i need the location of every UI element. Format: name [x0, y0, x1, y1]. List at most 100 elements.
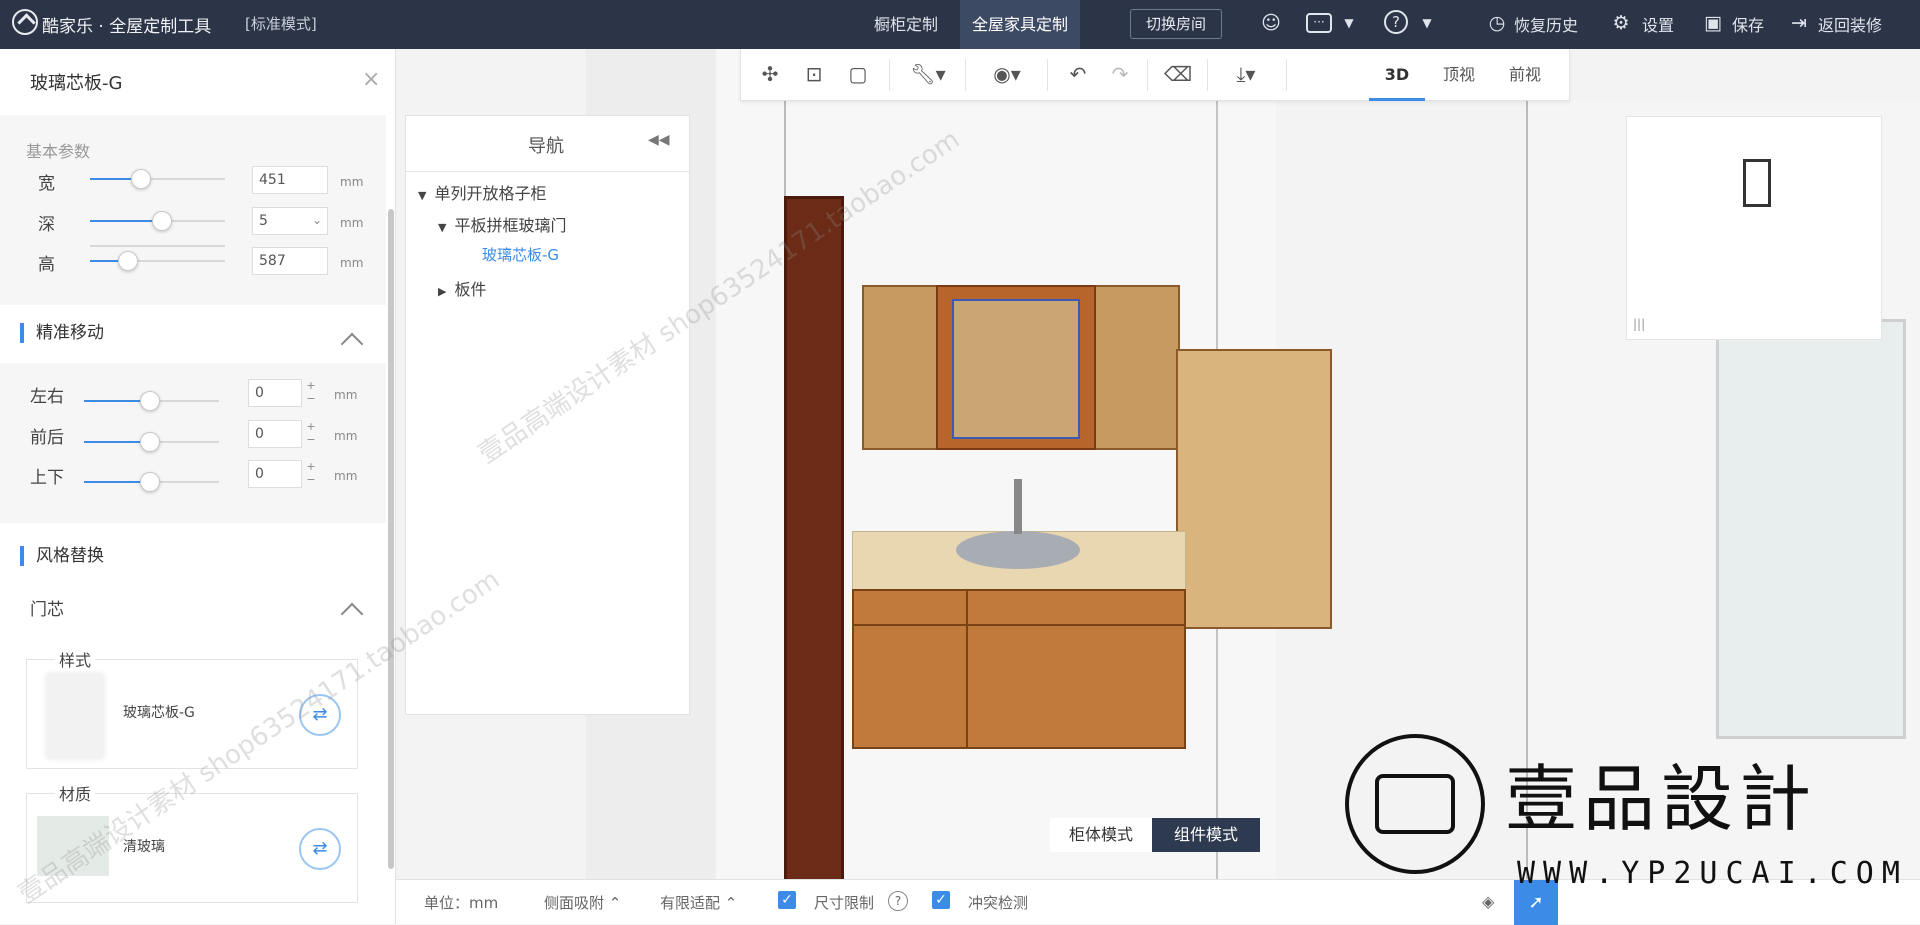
divider — [1147, 59, 1148, 91]
material-name: 清玻璃 — [123, 839, 165, 855]
collapse-icon[interactable] — [340, 602, 364, 626]
tab-top-view[interactable]: 顶视 — [1427, 49, 1491, 101]
tab-3d[interactable]: 3D — [1369, 49, 1425, 101]
caret-right-icon: ▶ — [438, 285, 447, 298]
tree-item-boards[interactable]: ▶ 板件 — [438, 276, 486, 300]
message-icon[interactable]: ··· — [1306, 13, 1332, 33]
undo-icon[interactable]: ↶ — [1061, 59, 1095, 89]
left-right-input[interactable]: 0 — [248, 379, 302, 407]
chevron-down-icon[interactable]: ▼ — [1336, 10, 1362, 36]
panel-title: 玻璃芯板-G — [30, 73, 123, 94]
eraser-icon[interactable]: ⌫ — [1161, 59, 1195, 89]
size-limit-checkbox[interactable]: ✓ — [778, 891, 796, 909]
tab-whole-house[interactable]: 全屋家具定制 — [960, 0, 1080, 49]
app-logo-icon — [12, 9, 38, 35]
tree-label: 单列开放格子柜 — [434, 184, 547, 203]
width-slider[interactable] — [90, 245, 225, 247]
style-tag: 样式 — [55, 647, 96, 671]
collapse-left-icon[interactable]: ◀◀ — [648, 132, 670, 148]
help-icon[interactable]: ? — [888, 891, 908, 911]
collapse-icon[interactable] — [340, 332, 364, 356]
width-input[interactable]: 451 — [252, 166, 328, 194]
basic-params-label: 基本参数 — [26, 142, 91, 161]
height-label: 高 — [38, 255, 55, 275]
style-name: 玻璃芯板-G — [123, 705, 195, 721]
left-right-slider[interactable] — [84, 391, 219, 411]
replace-material-icon[interactable]: ⇄ — [299, 828, 341, 870]
save-link[interactable]: 保存 — [1732, 12, 1764, 36]
style-card[interactable]: 玻璃芯板-G ⇄ — [26, 659, 358, 769]
cabinet-mode-button[interactable]: 柜体模式 — [1050, 818, 1152, 852]
vanity-cabinet[interactable] — [852, 589, 1186, 749]
up-down-slider[interactable] — [84, 472, 219, 492]
replace-style-icon[interactable]: ⇄ — [299, 694, 341, 736]
resize-icon[interactable]: ||| — [1633, 317, 1645, 331]
front-back-stepper[interactable]: + − — [304, 420, 318, 448]
wrench-icon[interactable]: 🔧︎▾ — [903, 59, 953, 89]
door-core-label: 门芯 — [30, 600, 64, 620]
eye-icon[interactable]: ◉▾ — [979, 59, 1035, 89]
side-cabinet[interactable] — [1176, 349, 1332, 629]
chevron-up-icon: ⌃ — [608, 894, 622, 912]
window — [1716, 319, 1906, 739]
tab-front-view[interactable]: 前视 — [1493, 49, 1557, 101]
material-tag: 材质 — [55, 781, 96, 805]
component-mode-button[interactable]: 组件模式 — [1152, 818, 1260, 852]
left-right-stepper[interactable]: + − — [304, 379, 318, 407]
sink-basin[interactable] — [956, 531, 1080, 569]
close-icon[interactable]: × — [362, 67, 380, 92]
fan-icon[interactable]: ✣ — [753, 59, 787, 89]
tree-item-glass-panel[interactable]: 玻璃芯板-G — [482, 244, 559, 265]
navigation-panel: 导航 ◀◀ ▼ 单列开放格子柜 ▼ 平板拼框玻璃门 玻璃芯板-G ▶ 板件 — [405, 115, 690, 715]
size-limit-label: 尺寸限制 — [814, 894, 875, 912]
height-slider[interactable] — [90, 251, 225, 271]
front-back-slider[interactable] — [84, 432, 219, 452]
redo-icon[interactable]: ↷ — [1103, 59, 1137, 89]
history-link[interactable]: 恢复历史 — [1514, 12, 1578, 36]
glass-panel-selected[interactable] — [952, 299, 1080, 439]
tree-label: 板件 — [454, 280, 487, 299]
tab-cabinet[interactable]: 橱柜定制 — [852, 0, 960, 49]
wooden-door[interactable] — [784, 196, 844, 879]
exit-icon[interactable]: ⇥ — [1786, 10, 1812, 36]
precise-move-heading: 精准移动 — [20, 323, 104, 343]
up-down-input[interactable]: 0 — [248, 460, 302, 488]
layout-icon[interactable]: ▢ — [841, 59, 875, 89]
tree-item-cabinet[interactable]: ▼ 单列开放格子柜 — [418, 180, 546, 204]
width-slider[interactable] — [90, 169, 225, 189]
up-down-stepper[interactable]: + − — [304, 460, 318, 488]
front-back-input[interactable]: 0 — [248, 420, 302, 448]
collision-checkbox[interactable]: ✓ — [932, 891, 950, 909]
height-input[interactable]: 587 — [252, 247, 328, 275]
fit-dropdown[interactable]: 有限适配 ⌃ — [660, 892, 737, 913]
left-right-label: 左右 — [30, 387, 64, 407]
switch-room-button[interactable]: 切换房间 — [1130, 9, 1222, 39]
divider — [889, 59, 890, 91]
user-icon[interactable]: ☺ — [1258, 10, 1284, 36]
chevron-down-icon[interactable]: ▼ — [1414, 10, 1440, 36]
back-link[interactable]: 返回装修 — [1818, 12, 1882, 36]
panel-scrollbar[interactable] — [388, 209, 394, 869]
vanity-divider — [966, 589, 968, 749]
tree-item-door[interactable]: ▼ 平板拼框玻璃门 — [438, 212, 566, 236]
front-back-unit: mm — [334, 429, 358, 443]
history-icon[interactable]: ◷ — [1484, 10, 1510, 36]
side-snap-dropdown[interactable]: 侧面吸附 ⌃ — [544, 892, 621, 913]
settings-icon[interactable]: ⚙ — [1608, 10, 1634, 36]
settings-link[interactable]: 设置 — [1642, 12, 1674, 36]
property-panel: 玻璃芯板-G × 基本参数 宽 451 mm 深 5 ⌄ mm 高 587 mm… — [0, 49, 396, 924]
divider — [1207, 59, 1208, 91]
frame-icon[interactable]: ⊡ — [797, 59, 831, 89]
nav-header: 导航 ◀◀ — [406, 116, 689, 172]
help-icon[interactable]: ? — [1384, 10, 1408, 34]
material-card[interactable]: 清玻璃 ⇄ — [26, 793, 358, 903]
save-icon[interactable]: ▣ — [1700, 10, 1726, 36]
chevron-up-icon: ⌃ — [724, 894, 738, 912]
chevron-down-icon: ⌄ — [312, 213, 323, 227]
top-bar: 酷家乐 · 全屋定制工具 [标准模式] 橱柜定制 全屋家具定制 切换房间 ☺ ·… — [0, 0, 1920, 49]
front-back-label: 前后 — [30, 428, 64, 448]
download-icon[interactable]: ⤓▾ — [1221, 59, 1271, 89]
depth-slider[interactable] — [90, 211, 225, 231]
minimap[interactable]: ||| — [1626, 116, 1882, 340]
drawer-line — [852, 624, 1186, 626]
